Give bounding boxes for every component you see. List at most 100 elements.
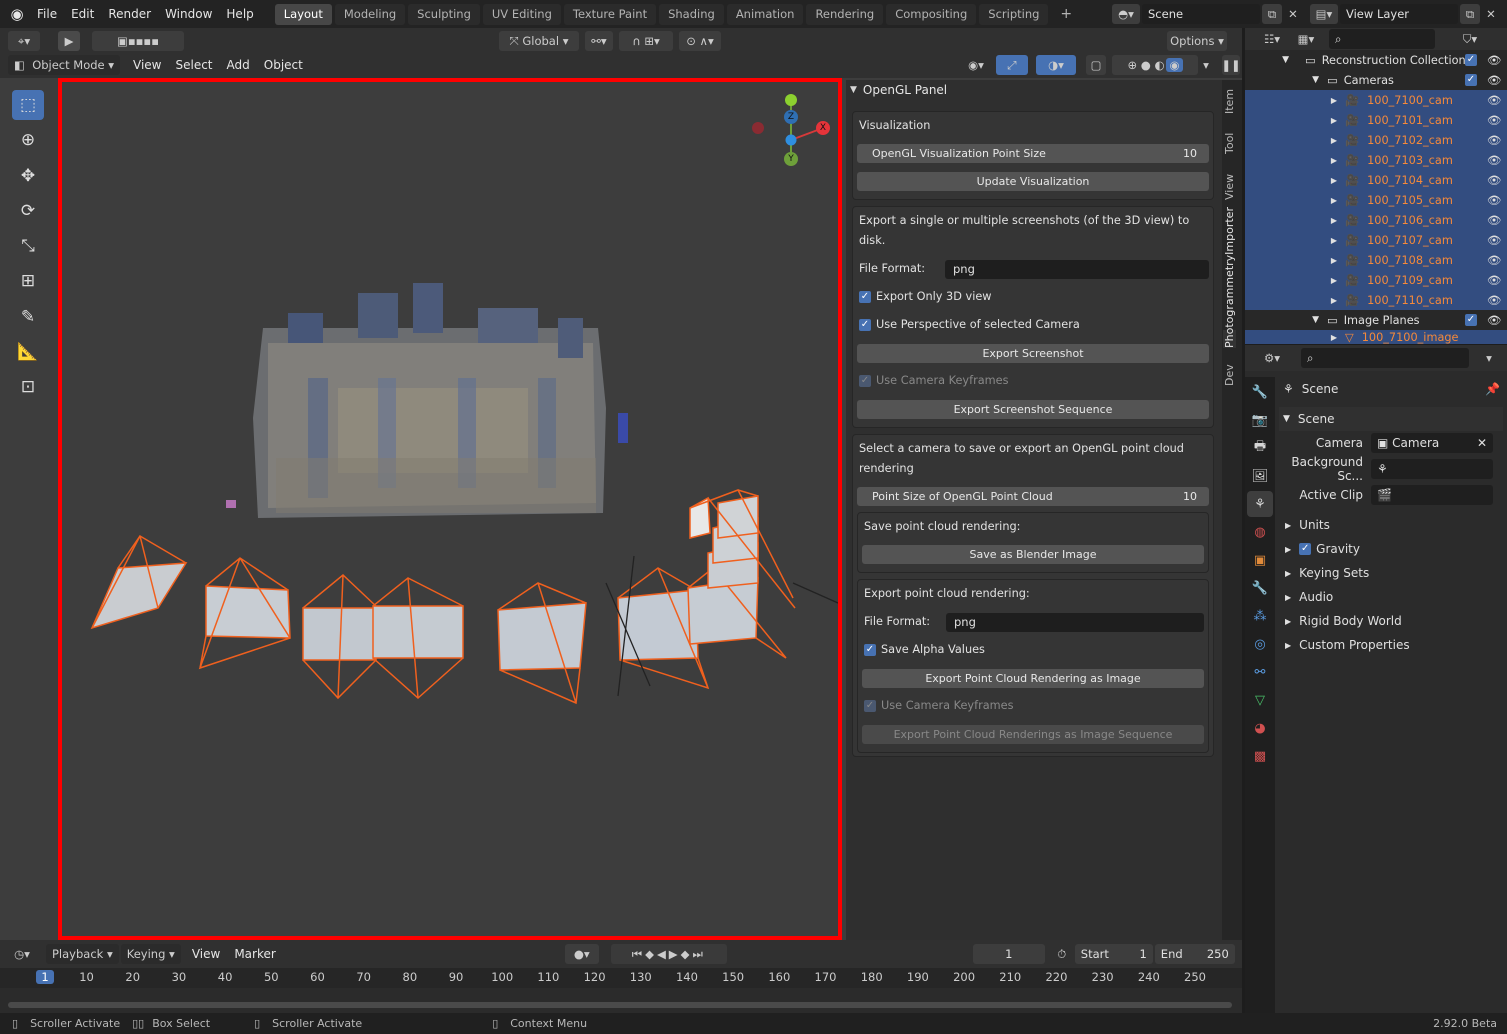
- tab-scripting[interactable]: Scripting: [979, 3, 1049, 25]
- frame-ruler[interactable]: 1 10 20 30 40 50 60 70 80 90 100 110 120 130 140 150 160…: [0, 968, 1242, 988]
- gizmo-icon[interactable]: ⤢: [996, 55, 1028, 75]
- annotate-tool-icon[interactable]: ✎: [12, 302, 44, 332]
- properties-editor-type-icon[interactable]: ⚙▾: [1257, 348, 1287, 368]
- outliner-camera-item[interactable]: ▶ 🎥 100_7106_cam 👁: [1245, 210, 1507, 230]
- tab-uv-editing[interactable]: UV Editing: [482, 3, 561, 25]
- visibility-eye-icon[interactable]: 👁: [1487, 254, 1501, 267]
- menu-window[interactable]: Window: [158, 0, 219, 28]
- outliner-camera-item[interactable]: ▶ 🎥 100_7102_cam 👁: [1245, 130, 1507, 150]
- tab-modeling[interactable]: Modeling: [334, 3, 406, 25]
- include-checkbox[interactable]: ✓: [1465, 314, 1477, 326]
- shading-modes[interactable]: ⊕ ● ◐ ◉: [1112, 55, 1198, 75]
- outliner-camera-item[interactable]: ▶ 🎥 100_7107_cam 👁: [1245, 230, 1507, 250]
- view-layer-field[interactable]: View Layer: [1340, 4, 1458, 24]
- add-cube-tool-icon[interactable]: ⊡: [12, 372, 44, 402]
- options-dropdown[interactable]: Options ▾: [1167, 31, 1227, 51]
- outliner-camera-item[interactable]: ▶ 🎥 100_7104_cam 👁: [1245, 170, 1507, 190]
- pivot-icon[interactable]: ⚯▾: [585, 31, 613, 51]
- object-props-icon[interactable]: ▣: [1247, 547, 1273, 573]
- custom-properties-section[interactable]: ▶ Custom Properties: [1279, 633, 1503, 657]
- outliner-camera-item[interactable]: ▶ 🎥 100_7101_cam 👁: [1245, 110, 1507, 130]
- menu-help[interactable]: Help: [219, 0, 260, 28]
- use-camera-keyframes-checkbox[interactable]: ✓ Use Camera Keyframes: [857, 371, 1209, 391]
- texture-props-icon[interactable]: ▩: [1247, 743, 1273, 769]
- export-pc-sequence-button[interactable]: Export Point Cloud Renderings as Image S…: [862, 725, 1204, 744]
- playback-menu[interactable]: Playback ▾: [46, 944, 119, 964]
- editor-type-icon[interactable]: ⌖▾: [8, 31, 40, 51]
- use-perspective-checkbox[interactable]: ✓ Use Perspective of selected Camera: [857, 315, 1209, 335]
- particles-props-icon[interactable]: ⁂: [1247, 603, 1273, 629]
- keying-menu[interactable]: Keying ▾: [120, 944, 181, 964]
- include-checkbox[interactable]: ✓: [1465, 54, 1477, 66]
- proportional-edit-icon[interactable]: ⊙ ∧▾: [679, 31, 721, 51]
- scene-panel-header[interactable]: ▼ Scene: [1279, 407, 1503, 431]
- outliner-camera-item[interactable]: ▶ 🎥 100_7100_cam 👁: [1245, 90, 1507, 110]
- xray-icon[interactable]: ▢: [1086, 55, 1106, 75]
- properties-search-icon[interactable]: ⌕: [1301, 348, 1469, 368]
- outliner-camera-item[interactable]: ▶ 🎥 100_7103_cam 👁: [1245, 150, 1507, 170]
- display-mode-icon[interactable]: ▦▾: [1291, 29, 1321, 49]
- save-as-blender-image-button[interactable]: Save as Blender Image: [862, 545, 1204, 564]
- file-format-field[interactable]: png: [945, 259, 1209, 279]
- outliner-reconstruction-collection[interactable]: ▼ ▭ Reconstruction Collection ✓ 👁: [1245, 50, 1507, 70]
- export-screenshot-button[interactable]: Export Screenshot: [857, 344, 1209, 363]
- visibility-eye-icon[interactable]: 👁: [1487, 54, 1501, 67]
- tab-sculpting[interactable]: Sculpting: [408, 3, 480, 25]
- scene-name-field[interactable]: Scene: [1142, 4, 1260, 24]
- rigid-body-section[interactable]: ▶ Rigid Body World: [1279, 609, 1503, 633]
- outliner-editor-type-icon[interactable]: ☷▾: [1257, 29, 1287, 49]
- tab-view[interactable]: View: [1223, 174, 1236, 200]
- visibility-eye-icon[interactable]: 👁: [1487, 134, 1501, 147]
- save-alpha-checkbox[interactable]: ✓ Save Alpha Values: [862, 640, 1204, 660]
- vp-menu-add[interactable]: Add: [220, 55, 257, 75]
- select-mode-icons[interactable]: ▣▪▪▪▪: [92, 31, 184, 51]
- audio-section[interactable]: ▶ Audio: [1279, 585, 1503, 609]
- visibility-eye-icon[interactable]: 👁: [1487, 154, 1501, 167]
- overlay-icon[interactable]: ◑▾: [1036, 55, 1076, 75]
- material-props-icon[interactable]: ◕: [1247, 715, 1273, 741]
- tab-tool[interactable]: Tool: [1223, 133, 1236, 154]
- export-only-3d-checkbox[interactable]: ✓ Export Only 3D view: [857, 287, 1209, 307]
- properties-options-icon[interactable]: ▾: [1479, 348, 1499, 368]
- visibility-eye-icon[interactable]: 👁: [1487, 214, 1501, 227]
- toggle-sidebar-icon[interactable]: ❚❚: [1221, 55, 1241, 75]
- outliner-camera-item[interactable]: ▶ 🎥 100_7110_cam 👁: [1245, 290, 1507, 310]
- outliner-cameras-collection[interactable]: ▼ ▭ Cameras ✓ 👁: [1245, 70, 1507, 90]
- visibility-eye-icon[interactable]: 👁: [1487, 234, 1501, 247]
- timeline-menu-view[interactable]: View: [185, 944, 227, 964]
- transform-orientation-dropdown[interactable]: ⤧ Global ▾: [499, 31, 579, 51]
- visibility-eye-icon[interactable]: 👁: [1487, 114, 1501, 127]
- visibility-eye-icon[interactable]: 👁: [1487, 194, 1501, 207]
- filter-icon[interactable]: ⛉▾: [1455, 29, 1485, 49]
- cursor-tool-icon[interactable]: ⊕: [12, 125, 44, 155]
- transform-tool-icon[interactable]: ⊞: [12, 266, 44, 296]
- vp-menu-object[interactable]: Object: [257, 55, 310, 75]
- units-section[interactable]: ▶ Units: [1279, 513, 1503, 537]
- pin-icon[interactable]: 📌: [1485, 382, 1500, 396]
- pc-point-size-slider[interactable]: Point Size of OpenGL Point Cloud 10: [857, 487, 1209, 506]
- view-layer-props-icon[interactable]: 🖼: [1247, 463, 1273, 489]
- opengl-panel-header[interactable]: ▼ OpenGL Panel: [846, 80, 1222, 100]
- visibility-eye-icon[interactable]: 👁: [1487, 174, 1501, 187]
- select-box-tool-icon[interactable]: ⬚: [12, 90, 44, 120]
- clear-camera-icon[interactable]: ✕: [1477, 433, 1487, 453]
- outliner-camera-item[interactable]: ▶ 🎥 100_7105_cam 👁: [1245, 190, 1507, 210]
- close-scene-icon[interactable]: ✕: [1284, 4, 1302, 24]
- stopwatch-icon[interactable]: ⏱: [1053, 944, 1071, 964]
- outliner-camera-item[interactable]: ▶ 🎥 100_7109_cam 👁: [1245, 270, 1507, 290]
- tab-item[interactable]: Item: [1223, 89, 1236, 114]
- scale-tool-icon[interactable]: ⤡: [12, 231, 44, 261]
- tab-rendering[interactable]: Rendering: [806, 3, 884, 25]
- tab-dev[interactable]: Dev: [1223, 364, 1236, 386]
- end-frame-field[interactable]: End 250: [1154, 944, 1235, 964]
- render-props-icon[interactable]: 📷: [1247, 407, 1273, 433]
- visibility-eye-icon[interactable]: 👁: [1487, 94, 1501, 107]
- include-checkbox[interactable]: ✓: [1465, 74, 1477, 86]
- tab-texture-paint[interactable]: Texture Paint: [563, 3, 657, 25]
- outliner-search-icon[interactable]: ⌕: [1329, 29, 1435, 49]
- background-field[interactable]: ⚘: [1371, 459, 1493, 479]
- keying-sets-section[interactable]: ▶ Keying Sets: [1279, 561, 1503, 585]
- move-tool-icon[interactable]: ✥: [12, 161, 44, 191]
- measure-tool-icon[interactable]: 📐: [12, 337, 44, 367]
- duplicate-view-layer-icon[interactable]: ⧉: [1460, 4, 1480, 24]
